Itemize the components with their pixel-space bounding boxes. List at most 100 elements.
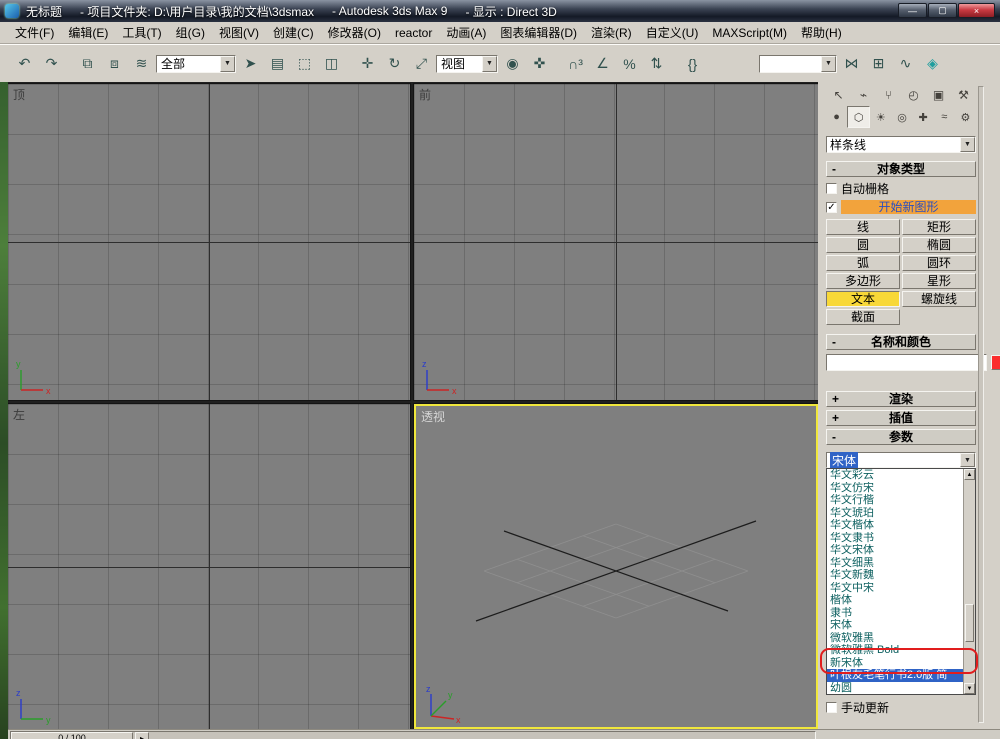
- select-and-link-icon[interactable]: ⧉: [75, 52, 100, 75]
- chevron-down-icon[interactable]: ▼: [960, 453, 975, 467]
- interpolation-rollout[interactable]: + 插值: [826, 410, 976, 426]
- viewport-label[interactable]: 前: [419, 86, 431, 103]
- start-new-shape-button[interactable]: 开始新图形: [841, 200, 976, 214]
- material-editor-icon[interactable]: ◈: [920, 52, 945, 75]
- panel-scrollbar[interactable]: [978, 86, 984, 723]
- viewport-left[interactable]: 左 z y: [8, 404, 410, 729]
- angle-snap-icon[interactable]: ∠: [590, 52, 615, 75]
- menu-item[interactable]: 图表编辑器(D): [493, 22, 584, 43]
- select-and-move-icon[interactable]: ✛: [355, 52, 380, 75]
- use-pivot-center-icon[interactable]: ◉: [500, 52, 525, 75]
- named-selection-sets-icon[interactable]: {}: [680, 52, 705, 75]
- menu-item[interactable]: 动画(A): [439, 22, 493, 43]
- font-list-item[interactable]: 楷体: [827, 594, 963, 607]
- modify-tab-icon[interactable]: ⌁: [851, 84, 876, 106]
- object-type-button[interactable]: 线: [826, 219, 900, 235]
- font-list-item[interactable]: 华文彩云: [827, 469, 963, 482]
- expand-icon[interactable]: +: [832, 392, 839, 407]
- object-type-button[interactable]: 矩形: [902, 219, 976, 235]
- next-frame-button[interactable]: ▸: [135, 732, 149, 739]
- spinner-snap-icon[interactable]: ⇅: [644, 52, 669, 75]
- object-type-rollout[interactable]: - 对象类型: [826, 161, 976, 177]
- object-type-button[interactable]: 星形: [902, 273, 976, 289]
- object-name-input[interactable]: [826, 354, 987, 371]
- select-and-rotate-icon[interactable]: ↻: [382, 52, 407, 75]
- object-type-button[interactable]: 多边形: [826, 273, 900, 289]
- menu-item[interactable]: 帮助(H): [794, 22, 849, 43]
- font-list-item[interactable]: 幼圆: [827, 682, 963, 695]
- mirror-icon[interactable]: ⋈: [839, 52, 864, 75]
- snap-toggle-icon[interactable]: ∩³: [563, 52, 588, 75]
- scroll-up-icon[interactable]: ▲: [964, 469, 975, 480]
- viewport-label[interactable]: 透视: [421, 408, 445, 425]
- menu-item[interactable]: 渲染(R): [584, 22, 639, 43]
- redo-icon[interactable]: ↷: [39, 52, 64, 75]
- viewport-perspective[interactable]: 透视 z x y: [414, 404, 818, 729]
- lights-category-icon[interactable]: ☀: [870, 106, 891, 128]
- viewport-label[interactable]: 左: [13, 406, 25, 423]
- percent-snap-icon[interactable]: %: [617, 52, 642, 75]
- menu-item[interactable]: 修改器(O): [321, 22, 388, 43]
- cameras-category-icon[interactable]: ◎: [891, 106, 912, 128]
- select-and-manipulate-icon[interactable]: ✜: [527, 52, 552, 75]
- font-list-item[interactable]: 微软雅黑: [827, 632, 963, 645]
- systems-category-icon[interactable]: ⚙: [955, 106, 976, 128]
- parameters-rollout[interactable]: - 参数: [826, 429, 976, 445]
- space-warps-category-icon[interactable]: ≈: [934, 106, 955, 128]
- object-type-button[interactable]: 圆: [826, 237, 900, 253]
- viewport-top[interactable]: 顶 y x: [8, 84, 410, 400]
- chevron-down-icon[interactable]: ▼: [482, 55, 497, 72]
- menu-item[interactable]: 文件(F): [8, 22, 61, 43]
- manual-update-checkbox[interactable]: [826, 702, 837, 713]
- select-object-icon[interactable]: ➤: [238, 52, 263, 75]
- font-list-item[interactable]: 华文宋体: [827, 544, 963, 557]
- viewport-label[interactable]: 顶: [13, 86, 25, 103]
- scrollbar-thumb[interactable]: [965, 604, 974, 642]
- font-list-item[interactable]: 华文琥珀: [827, 507, 963, 520]
- motion-tab-icon[interactable]: ◴: [901, 84, 926, 106]
- font-list-item[interactable]: 微软雅黑 Bold: [827, 644, 963, 657]
- time-slider-thumb[interactable]: 0 / 100: [11, 732, 133, 739]
- chevron-down-icon[interactable]: ▼: [960, 137, 975, 152]
- select-by-name-icon[interactable]: ▤: [265, 52, 290, 75]
- font-list-item[interactable]: 华文细黑: [827, 557, 963, 570]
- hierarchy-tab-icon[interactable]: ⑂: [876, 84, 901, 106]
- font-list-item[interactable]: 华文隶书: [827, 532, 963, 545]
- menu-item[interactable]: MAXScript(M): [705, 24, 794, 42]
- object-type-button[interactable]: 螺旋线: [902, 291, 976, 307]
- window-crossing-icon[interactable]: ◫: [319, 52, 344, 75]
- name-color-rollout[interactable]: - 名称和颜色: [826, 334, 976, 350]
- object-type-button[interactable]: 弧: [826, 255, 900, 271]
- align-icon[interactable]: ⊞: [866, 52, 891, 75]
- select-and-scale-icon[interactable]: ⤢: [409, 52, 434, 75]
- start-new-shape-checkbox[interactable]: ✓: [826, 201, 837, 213]
- menu-item[interactable]: 创建(C): [266, 22, 321, 43]
- curve-editor-icon[interactable]: ∿: [893, 52, 918, 75]
- menu-item[interactable]: 视图(V): [212, 22, 266, 43]
- font-dropdown[interactable]: 宋体 ▼: [826, 451, 976, 469]
- close-button[interactable]: ×: [958, 3, 995, 18]
- object-color-swatch[interactable]: [991, 355, 1000, 370]
- maximize-button[interactable]: ▢: [928, 3, 957, 18]
- font-list-item[interactable]: 叶根友毛笔行书2.0版 简: [827, 669, 963, 682]
- font-list-item[interactable]: 华文新魏: [827, 569, 963, 582]
- collapse-icon[interactable]: -: [832, 335, 836, 350]
- rectangular-selection-region-icon[interactable]: ⬚: [292, 52, 317, 75]
- selection-filter-dropdown[interactable]: 全部 ▼: [156, 54, 236, 73]
- menu-item[interactable]: reactor: [388, 24, 439, 42]
- font-list-item[interactable]: 华文行楷: [827, 494, 963, 507]
- object-type-button[interactable]: 圆环: [902, 255, 976, 271]
- minimize-button[interactable]: —: [898, 3, 927, 18]
- chevron-down-icon[interactable]: ▼: [821, 55, 836, 72]
- reference-coordinate-dropdown[interactable]: 视图 ▼: [436, 54, 498, 73]
- object-type-button[interactable]: 椭圆: [902, 237, 976, 253]
- create-tab-icon[interactable]: ↖: [826, 84, 851, 106]
- shapes-category-icon[interactable]: ⬡: [847, 106, 871, 128]
- expand-icon[interactable]: +: [832, 411, 839, 426]
- shape-category-dropdown[interactable]: 样条线 ▼: [826, 136, 976, 153]
- geometry-category-icon[interactable]: ●: [826, 106, 847, 128]
- scroll-down-icon[interactable]: ▼: [964, 683, 975, 694]
- autogrid-checkbox[interactable]: [826, 183, 837, 194]
- bind-to-space-warp-icon[interactable]: ≋: [129, 52, 154, 75]
- utilities-tab-icon[interactable]: ⚒: [951, 84, 976, 106]
